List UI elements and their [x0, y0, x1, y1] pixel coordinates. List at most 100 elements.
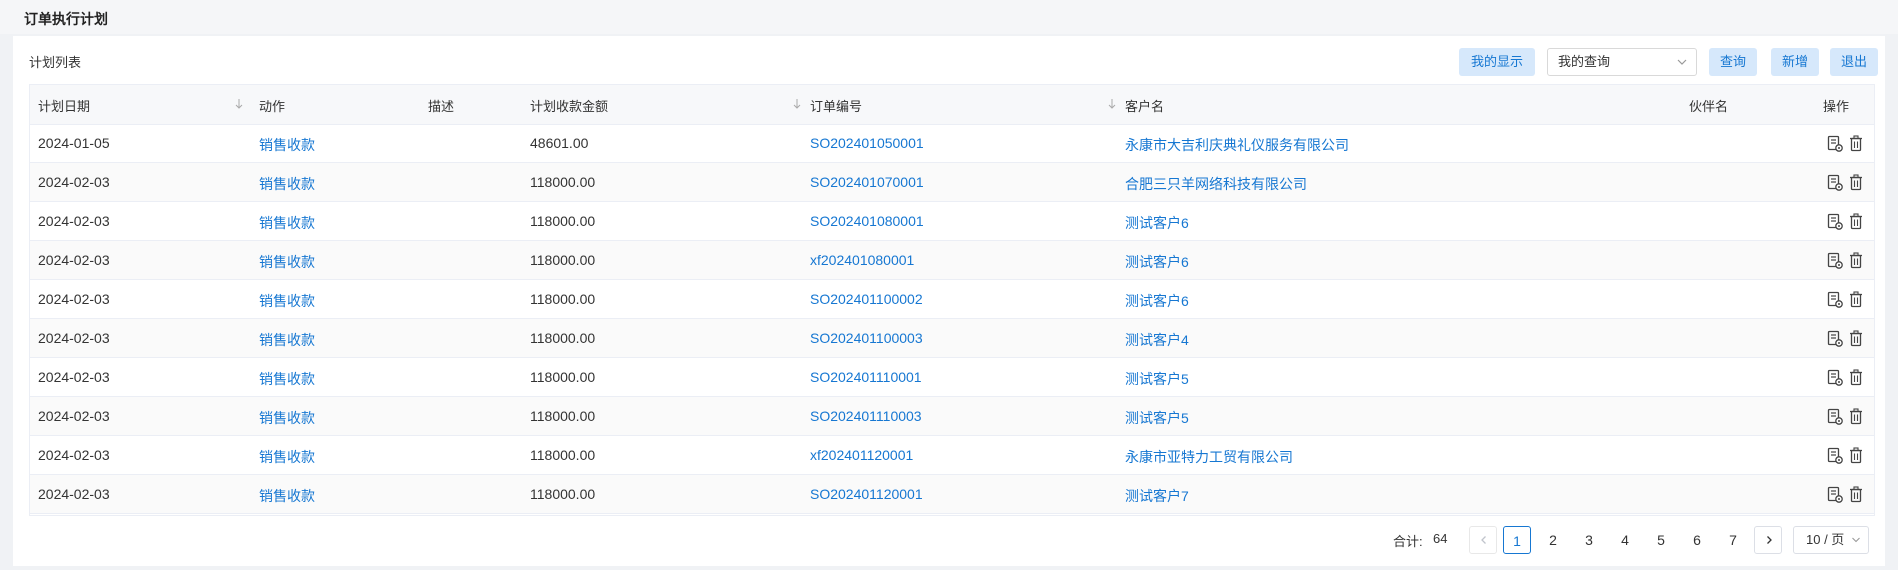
- cell-amount: 118000.00: [530, 447, 596, 463]
- table-row: 2024-02-03 销售收款 118000.00 SO202401110001 测试客…: [30, 358, 1874, 397]
- query-button[interactable]: 查询: [1709, 48, 1757, 76]
- cell-plan-date: 2024-01-05: [38, 135, 110, 151]
- page-number-button[interactable]: 3: [1577, 526, 1601, 554]
- chevron-left-icon: [1481, 536, 1486, 544]
- cell-customer-link[interactable]: 测试客户6: [1125, 291, 1189, 311]
- view-icon[interactable]: [1827, 291, 1843, 308]
- table-row: 2024-02-03 销售收款 118000.00 SO202401100002 测试客…: [30, 280, 1874, 319]
- next-page-button[interactable]: [1754, 526, 1782, 554]
- total-label: 合计:: [1393, 534, 1423, 549]
- delete-icon[interactable]: [1848, 174, 1864, 191]
- delete-icon[interactable]: [1848, 135, 1864, 152]
- cell-amount: 118000.00: [530, 369, 596, 385]
- cell-customer-link[interactable]: 测试客户4: [1125, 330, 1189, 350]
- cell-order-link[interactable]: SO202401100002: [810, 291, 923, 307]
- cell-customer-link[interactable]: 合肥三只羊网络科技有限公司: [1125, 174, 1307, 194]
- delete-icon[interactable]: [1848, 330, 1864, 347]
- cell-order-link[interactable]: SO202401100003: [810, 330, 923, 346]
- view-icon[interactable]: [1827, 408, 1843, 425]
- exit-button[interactable]: 退出: [1830, 48, 1878, 76]
- sort-icon[interactable]: [234, 98, 244, 110]
- sort-icon[interactable]: [792, 98, 802, 110]
- page-number-button[interactable]: 5: [1649, 526, 1673, 554]
- cell-customer-link[interactable]: 测试客户5: [1125, 408, 1189, 428]
- my-display-button[interactable]: 我的显示: [1459, 48, 1535, 76]
- delete-icon[interactable]: [1848, 369, 1864, 386]
- cell-order-link[interactable]: xf202401120001: [810, 447, 913, 463]
- th-order-number[interactable]: 订单编号: [810, 96, 862, 115]
- view-icon[interactable]: [1827, 369, 1843, 386]
- cell-plan-date: 2024-02-03: [38, 447, 110, 463]
- page-number-button[interactable]: 2: [1541, 526, 1565, 554]
- cell-order-link[interactable]: xf202401080001: [810, 252, 914, 268]
- table-row: 2024-01-05 销售收款 48601.00 SO202401050001 永康市大…: [30, 124, 1874, 163]
- cell-customer-link[interactable]: 测试客户6: [1125, 213, 1189, 233]
- cell-action-link[interactable]: 销售收款: [259, 447, 315, 467]
- th-description: 描述: [428, 99, 455, 114]
- cell-customer-link[interactable]: 永康市亚特力工贸有限公司: [1125, 447, 1293, 467]
- chevron-down-icon: [1852, 537, 1860, 543]
- cell-order-link[interactable]: SO202401110001: [810, 369, 922, 385]
- cell-plan-date: 2024-02-03: [38, 213, 110, 229]
- delete-icon[interactable]: [1848, 252, 1864, 269]
- delete-icon[interactable]: [1848, 408, 1864, 425]
- cell-order-link[interactable]: SO202401110003: [810, 408, 922, 424]
- cell-order-link[interactable]: SO202401070001: [810, 174, 924, 190]
- delete-icon[interactable]: [1848, 213, 1864, 230]
- cell-action-link[interactable]: 销售收款: [259, 330, 315, 350]
- main-panel: 计划列表 我的显示 我的查询 查询 新增 退出 计划日期 动作 描述 计划收款金…: [13, 36, 1885, 566]
- cell-action-link[interactable]: 销售收款: [259, 408, 315, 428]
- delete-icon[interactable]: [1848, 291, 1864, 308]
- view-icon[interactable]: [1827, 135, 1843, 152]
- delete-icon[interactable]: [1848, 486, 1864, 503]
- cell-plan-date: 2024-02-03: [38, 369, 110, 385]
- cell-customer-link[interactable]: 测试客户5: [1125, 369, 1189, 389]
- cell-amount: 118000.00: [530, 408, 596, 424]
- cell-action-link[interactable]: 销售收款: [259, 174, 315, 194]
- view-icon[interactable]: [1827, 447, 1843, 464]
- cell-customer-link[interactable]: 测试客户6: [1125, 252, 1189, 272]
- plan-table: 计划日期 动作 描述 计划收款金额 订单编号 客户名 伙伴名 操作 2024-0…: [29, 84, 1875, 516]
- cell-action-link[interactable]: 销售收款: [259, 369, 315, 389]
- cell-action-link[interactable]: 销售收款: [259, 213, 315, 233]
- th-amount[interactable]: 计划收款金额: [530, 96, 608, 115]
- cell-action-link[interactable]: 销售收款: [259, 486, 315, 506]
- cell-order-link[interactable]: SO202401050001: [810, 135, 924, 151]
- sort-icon[interactable]: [1107, 98, 1117, 110]
- chevron-right-icon: [1767, 536, 1772, 544]
- page-number-button[interactable]: 4: [1613, 526, 1637, 554]
- page-number-button[interactable]: 1: [1503, 526, 1531, 554]
- table-row: 2024-02-03 销售收款 118000.00 SO202401120001 测试客…: [30, 475, 1874, 514]
- prev-page-button[interactable]: [1469, 526, 1497, 554]
- chevron-down-icon: [1677, 59, 1687, 65]
- page-size-select[interactable]: 10 / 页: [1793, 526, 1869, 554]
- cell-plan-date: 2024-02-03: [38, 291, 110, 307]
- view-icon[interactable]: [1827, 213, 1843, 230]
- table-header: 计划日期 动作 描述 计划收款金额 订单编号 客户名 伙伴名 操作: [30, 85, 1874, 125]
- my-query-select[interactable]: 我的查询: [1547, 48, 1697, 76]
- page-number-button[interactable]: 7: [1721, 526, 1745, 554]
- cell-action-link[interactable]: 销售收款: [259, 291, 315, 311]
- cell-customer-link[interactable]: 测试客户7: [1125, 486, 1189, 506]
- th-operation: 操作: [1823, 99, 1850, 114]
- my-query-value: 我的查询: [1558, 54, 1611, 69]
- cell-action-link[interactable]: 销售收款: [259, 135, 315, 155]
- view-icon[interactable]: [1827, 174, 1843, 191]
- view-icon[interactable]: [1827, 330, 1843, 347]
- table-row: 2024-02-03 销售收款 118000.00 SO202401070001 合肥三…: [30, 163, 1874, 202]
- delete-icon[interactable]: [1848, 447, 1864, 464]
- page-size-value: 10 / 页: [1806, 532, 1845, 547]
- view-icon[interactable]: [1827, 252, 1843, 269]
- cell-customer-link[interactable]: 永康市大吉利庆典礼仪服务有限公司: [1125, 135, 1349, 155]
- table-row: 2024-02-03 销售收款 118000.00 xf202401120001 永康市…: [30, 436, 1874, 475]
- th-customer: 客户名: [1125, 99, 1165, 114]
- th-plan-date[interactable]: 计划日期: [38, 96, 90, 115]
- page-number-button[interactable]: 6: [1685, 526, 1709, 554]
- cell-order-link[interactable]: SO202401080001: [810, 213, 924, 229]
- add-button[interactable]: 新增: [1771, 48, 1819, 76]
- cell-action-link[interactable]: 销售收款: [259, 252, 315, 272]
- cell-order-link[interactable]: SO202401120001: [810, 486, 923, 502]
- page-header: 订单执行计划: [0, 0, 1898, 34]
- cell-plan-date: 2024-02-03: [38, 174, 110, 190]
- view-icon[interactable]: [1827, 486, 1843, 503]
